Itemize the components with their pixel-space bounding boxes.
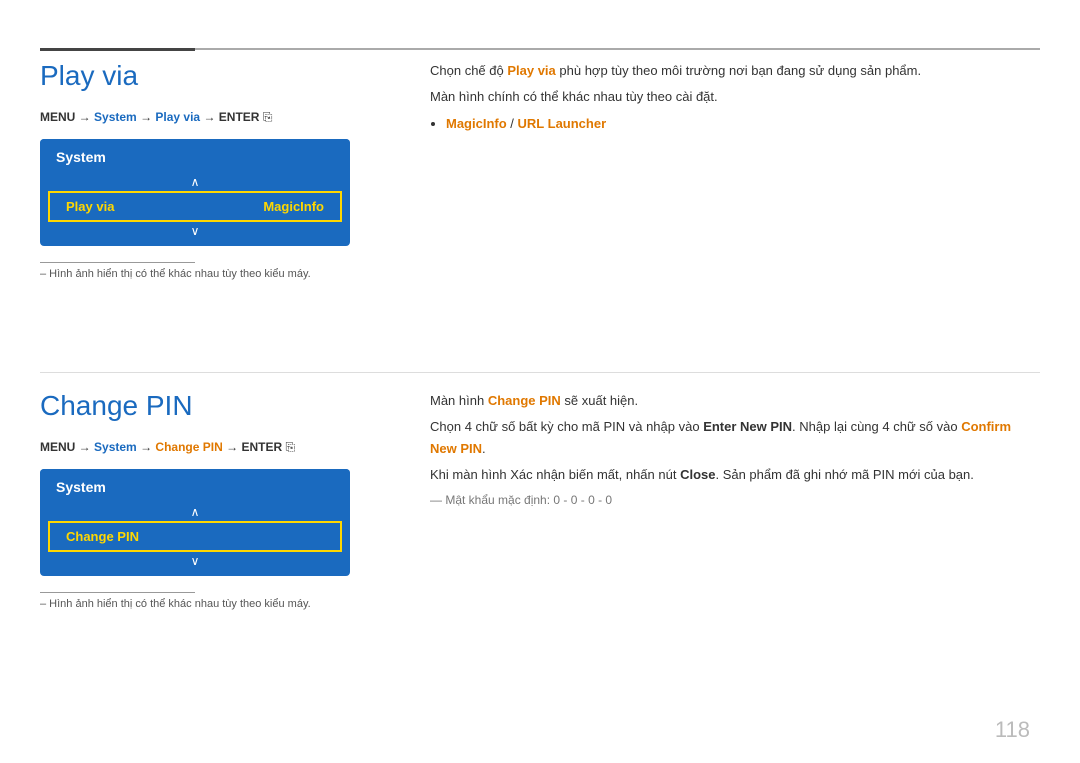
section1-title: Play via [40,60,410,92]
section2-arrow-down: ∨ [40,552,350,576]
section2-left: Change PIN MENU → System → Change PIN → … [40,390,410,610]
arrow2: → [140,110,155,124]
enternewpin-highlight: Enter New PIN [703,419,792,434]
section1-right-text1: Chọn chế độ Play via phù hợp tùy theo mô… [430,60,1040,82]
section1-bullet-list: MagicInfo / URL Launcher [446,112,1040,135]
section2-right: Màn hình Change PIN sẽ xuất hiện. Chọn 4… [430,390,1040,515]
section2-box-header: System [40,469,350,501]
section2-arrow-up: ∧ [40,501,350,521]
section2-menu-path: MENU → System → Change PIN → ENTER ⎘ [40,440,410,455]
section-divider [40,372,1040,373]
changepin-highlight: Change PIN [488,393,561,408]
playvia-word: Play via [155,110,200,124]
section2-system-box: System ∧ Change PIN ∨ [40,469,350,576]
section2-title: Change PIN [40,390,410,422]
section2-item-label: Change PIN [66,529,139,544]
bullet-item1: MagicInfo / URL Launcher [446,112,1040,135]
menu-word2: MENU [40,440,79,454]
arrow5: → [140,440,155,454]
page-number: 118 [995,717,1030,743]
section1-arrow-up: ∧ [40,171,350,191]
enter-icon: ⎘ [263,110,273,124]
section1-right-text2: Màn hình chính có thể khác nhau tùy theo… [430,86,1040,108]
section1-item-value: MagicInfo [263,199,324,214]
section2-right-text2: Chọn 4 chữ số bất kỳ cho mã PIN và nhập … [430,416,1040,460]
section1-system-box: System ∧ Play via MagicInfo ∨ [40,139,350,246]
section2-right-text1: Màn hình Change PIN sẽ xuất hiện. [430,390,1040,412]
enter-word: ENTER [219,110,263,124]
section2-default-pwd: — Mật khẩu mặc định: 0 - 0 - 0 - 0 [430,490,1040,510]
section2-box-item[interactable]: Change PIN [48,521,342,552]
arrow1: → [79,110,94,124]
section1-arrow-down: ∨ [40,222,350,246]
enter-word2: ENTER [241,440,285,454]
separator: / [510,116,517,131]
section1-box-header: System [40,139,350,171]
section1-box-item[interactable]: Play via MagicInfo [48,191,342,222]
top-rule-accent [40,48,195,51]
section2-note-line [40,592,195,593]
menu-word: MENU [40,110,79,124]
arrow6: → [226,440,241,454]
changepin-word: Change PIN [155,440,222,454]
system-word2: System [94,440,137,454]
section1-menu-path: MENU → System → Play via → ENTER ⎘ [40,110,410,125]
section1-item-label: Play via [66,199,114,214]
section1-right: Chọn chế độ Play via phù hợp tùy theo mô… [430,60,1040,136]
urllauncher-label: URL Launcher [518,116,607,131]
system-word: System [94,110,137,124]
section1-note-line [40,262,195,263]
arrow4: → [79,440,94,454]
arrow3: → [203,110,218,124]
page-container: Play via MENU → System → Play via → ENTE… [0,0,1080,763]
section1-image-note: – Hình ảnh hiển thị có thể khác nhau tùy… [40,268,410,280]
section2-right-text3: Khi màn hình Xác nhận biến mất, nhấn nút… [430,464,1040,486]
enter-icon2: ⎘ [285,440,295,454]
close-highlight: Close [680,467,715,482]
section1-left: Play via MENU → System → Play via → ENTE… [40,60,410,280]
magicinfo-label: MagicInfo [446,116,507,131]
section2-image-note: – Hình ảnh hiển thị có thể khác nhau tùy… [40,598,410,610]
playvia-highlight: Play via [507,63,555,78]
